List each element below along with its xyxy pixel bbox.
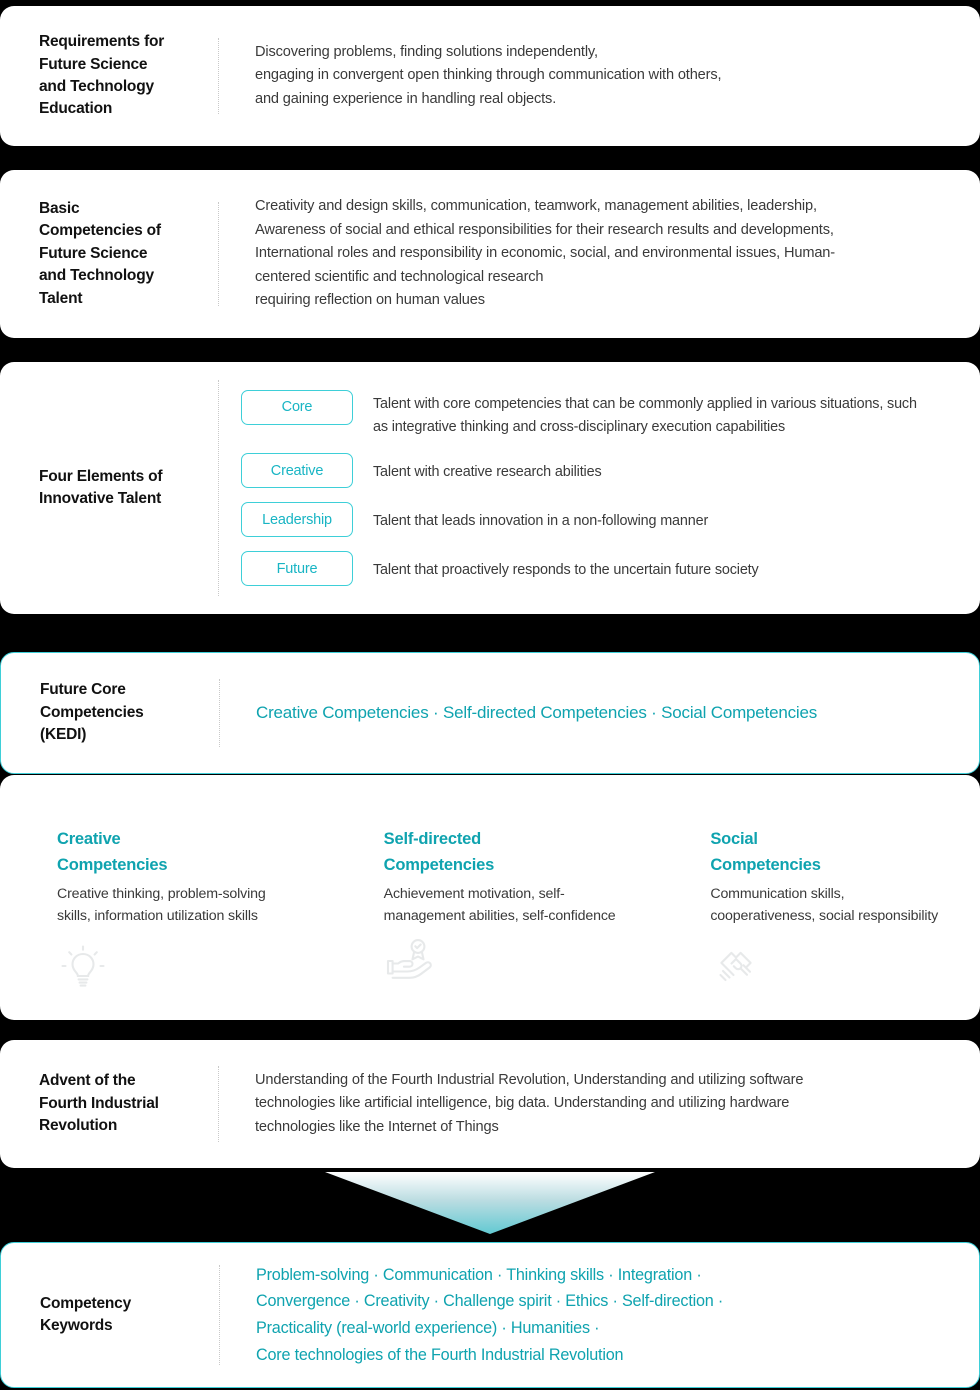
column-title: Social Competencies	[710, 830, 821, 874]
pill-core[interactable]: Core	[241, 389, 353, 425]
section-label: Future Core Competencies (KEDI)	[40, 681, 144, 744]
column-description: Achievement motivation, self-management …	[383, 886, 616, 925]
section-label: Advent of the Fourth Industrial Revolution	[39, 1072, 159, 1135]
pill-leadership[interactable]: Leadership	[241, 502, 353, 538]
label-col-future-core: Future Core Competencies (KEDI)	[1, 653, 219, 773]
label-col-fourth-industrial: Advent of the Fourth Industrial Revolution	[0, 1040, 218, 1168]
down-arrow-icon	[0, 1172, 980, 1234]
basic-competencies-body: Creativity and design skills, communicat…	[255, 197, 835, 309]
competency-column-creative: Creative Competencies Creative thinking, …	[0, 827, 327, 1020]
card-four-elements: Four Elements of Innovative Talent Core T…	[0, 362, 980, 614]
card-requirements: Requirements for Future Science and Techno…	[0, 6, 980, 146]
element-row: Creative Talent with creative research a…	[241, 453, 950, 489]
future-core-text: Creative Competencies · Self-directed Co…	[256, 703, 818, 723]
section-label: Requirements for Future Science and Techno…	[39, 33, 165, 118]
element-description: Talent with core competencies that can b…	[373, 395, 917, 435]
four-elements-list: Core Talent with core competencies that …	[241, 380, 950, 596]
lightbulb-icon	[57, 941, 109, 993]
element-row: Leadership Talent that leads innovation …	[241, 502, 950, 538]
section-label: Four Elements of Innovative Talent	[39, 467, 163, 507]
element-description: Talent that proactively responds to the …	[373, 562, 759, 579]
label-col-four-elements: Four Elements of Innovative Talent	[0, 362, 218, 614]
label-col-basic-competencies: Basic Competencies of Future Science and Te…	[0, 170, 218, 338]
infographic-page: Requirements for Future Science and Techno…	[0, 0, 980, 1390]
label-col-requirements: Requirements for Future Science and Techno…	[0, 6, 218, 146]
handshake-icon	[710, 941, 762, 993]
element-description: Talent with creative research abilities	[373, 464, 602, 481]
section-label: Competency Keywords	[40, 1294, 132, 1334]
keywords-body: Problem-solving · Communication · Thinki…	[256, 1265, 724, 1364]
requirements-body: Discovering problems, finding solutions …	[255, 43, 722, 107]
hand-award-icon	[384, 933, 436, 985]
fourth-industrial-body: Understanding of the Fourth Industrial R…	[255, 1071, 804, 1135]
content-col-fourth-industrial: Understanding of the Fourth Industrial R…	[219, 1040, 980, 1168]
content-col-keywords: Problem-solving · Communication · Thinki…	[220, 1243, 979, 1387]
element-row: Core Talent with core competencies that …	[241, 389, 950, 439]
card-competency-columns: Creative Competencies Creative thinking, …	[0, 775, 980, 1020]
card-fourth-industrial-revolution: Advent of the Fourth Industrial Revolution…	[0, 1040, 980, 1168]
content-col-future-core: Creative Competencies · Self-directed Co…	[220, 653, 979, 773]
pill-creative[interactable]: Creative	[241, 453, 353, 489]
section-label: Basic Competencies of Future Science and Te…	[39, 199, 161, 307]
pill-future[interactable]: Future	[241, 551, 353, 587]
card-basic-competencies: Basic Competencies of Future Science and Te…	[0, 170, 980, 338]
column-description: Communication skills, cooperativeness, s…	[710, 886, 939, 925]
content-col-four-elements: Core Talent with core competencies that …	[219, 362, 980, 614]
content-col-basic-competencies: Creativity and design skills, communicat…	[219, 170, 980, 338]
content-col-requirements: Discovering problems, finding solutions …	[219, 6, 980, 146]
element-row: Future Talent that proactively responds …	[241, 551, 950, 587]
card-competency-keywords: Competency Keywords Problem-solving · Com…	[0, 1242, 980, 1388]
column-title: Creative Competencies	[57, 830, 168, 874]
label-col-keywords: Competency Keywords	[1, 1243, 219, 1387]
card-future-core-competencies: Future Core Competencies (KEDI) Creative C…	[0, 652, 980, 774]
column-title: Self-directed Competencies	[383, 830, 495, 874]
competency-column-self-directed: Self-directed Competencies Achievement mo…	[327, 827, 654, 1020]
competency-column-social: Social Competencies Communication skills,…	[653, 827, 980, 1020]
element-description: Talent that leads innovation in a non-fo…	[373, 513, 709, 530]
column-description: Creative thinking, problem-solving skill…	[57, 886, 266, 925]
